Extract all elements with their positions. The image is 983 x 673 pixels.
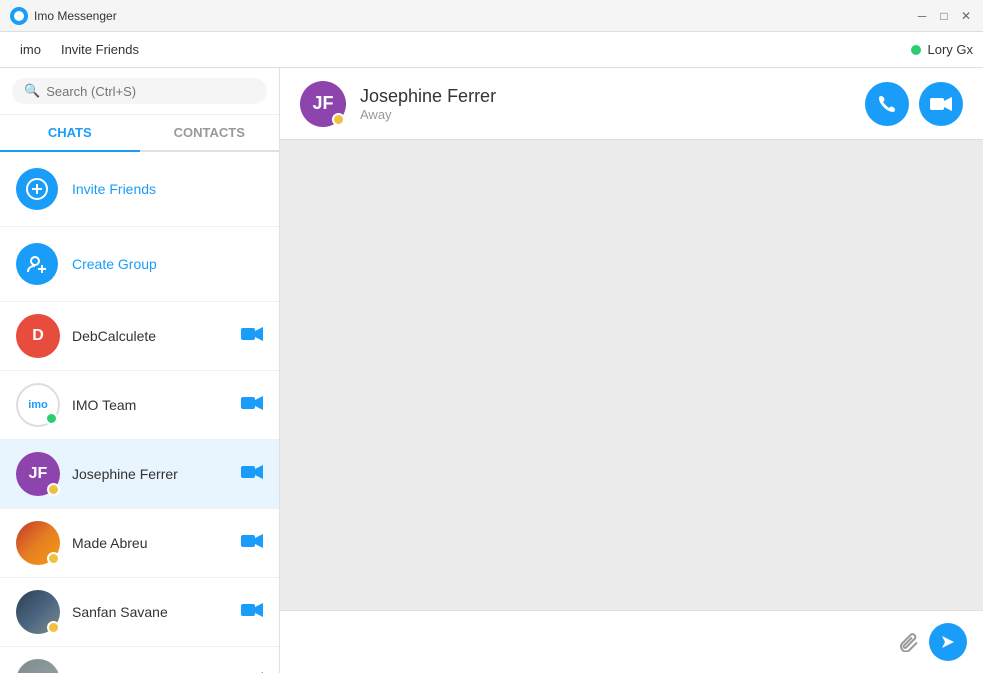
video-icon-josephine[interactable] [241, 464, 263, 485]
message-input-area [280, 610, 983, 673]
minimize-button[interactable]: ─ [915, 9, 929, 23]
chat-name-josephine: Josephine Ferrer [72, 466, 229, 482]
header-status-badge [332, 113, 345, 126]
sidebar: 🔍 CHATS CONTACTS Invite Friends [0, 68, 280, 673]
video-icon-deb[interactable] [241, 326, 263, 347]
avatar-josephine: JF [16, 452, 60, 496]
chat-info-made: Made Abreu [72, 535, 229, 551]
chat-body [280, 140, 983, 610]
chat-info-josephine: Josephine Ferrer [72, 466, 229, 482]
create-group-label: Create Group [72, 256, 157, 272]
chat-info-sanfan: Sanfan Savane [72, 604, 229, 620]
chat-name-sanfan: Sanfan Savane [72, 604, 229, 620]
avatar-imo: imo [16, 383, 60, 427]
search-bar: 🔍 [0, 68, 279, 115]
tab-contacts[interactable]: CONTACTS [140, 115, 280, 152]
search-wrapper: 🔍 [12, 78, 267, 104]
chat-item-deb[interactable]: D DebCalculete [0, 302, 279, 371]
menu-invite-friends[interactable]: Invite Friends [51, 38, 149, 61]
user-info: Lory Gx [911, 42, 973, 57]
create-group-item[interactable]: Create Group [0, 227, 279, 302]
invite-friends-label: Invite Friends [72, 181, 156, 197]
send-button[interactable] [929, 623, 967, 661]
avatar-sanfan [16, 590, 60, 634]
chat-item-imo[interactable]: imo IMO Team [0, 371, 279, 440]
chat-item-made[interactable]: Made Abreu [0, 509, 279, 578]
avatar-verena [16, 659, 60, 673]
header-contact-name: Josephine Ferrer [360, 86, 851, 107]
message-input[interactable] [296, 628, 889, 656]
status-badge-made [47, 552, 60, 565]
video-icon-sanfan[interactable] [241, 602, 263, 623]
call-button[interactable] [865, 82, 909, 126]
window-controls: ─ □ ✕ [915, 9, 973, 23]
chat-header: JF Josephine Ferrer Away [280, 68, 983, 140]
chat-info-deb: DebCalculete [72, 328, 229, 344]
chat-item-verena[interactable]: Verena Saura [0, 647, 279, 673]
avatar-deb: D [16, 314, 60, 358]
attach-button[interactable] [899, 632, 919, 652]
right-panel: JF Josephine Ferrer Away [280, 68, 983, 673]
video-call-button[interactable] [919, 82, 963, 126]
video-icon-imo[interactable] [241, 395, 263, 416]
contact-list: Invite Friends Create Group D [0, 152, 279, 673]
user-display-name: Lory Gx [927, 42, 973, 57]
titlebar: Imo Messenger ─ □ ✕ [0, 0, 983, 32]
header-avatar: JF [300, 81, 346, 127]
chat-info-imo: IMO Team [72, 397, 229, 413]
search-input[interactable] [46, 84, 255, 99]
close-button[interactable]: ✕ [959, 9, 973, 23]
video-icon-made[interactable] [241, 533, 263, 554]
tab-chats[interactable]: CHATS [0, 115, 140, 152]
app-title: Imo Messenger [34, 9, 915, 23]
user-status-dot [911, 45, 921, 55]
chat-item-sanfan[interactable]: Sanfan Savane [0, 578, 279, 647]
status-badge-sanfan [47, 621, 60, 634]
status-badge-imo [45, 412, 58, 425]
chat-name-made: Made Abreu [72, 535, 229, 551]
header-status-text: Away [360, 107, 851, 122]
main-container: 🔍 CHATS CONTACTS Invite Friends [0, 68, 983, 673]
invite-friends-item[interactable]: Invite Friends [0, 152, 279, 227]
chat-name-imo: IMO Team [72, 397, 229, 413]
create-group-icon [16, 243, 58, 285]
menubar: imo Invite Friends Lory Gx [0, 32, 983, 68]
tabs: CHATS CONTACTS [0, 115, 279, 152]
chat-name-deb: DebCalculete [72, 328, 229, 344]
header-info: Josephine Ferrer Away [360, 86, 851, 122]
chat-item-josephine[interactable]: JF Josephine Ferrer [0, 440, 279, 509]
menu-imo[interactable]: imo [10, 38, 51, 61]
invite-friends-icon [16, 168, 58, 210]
header-actions [865, 82, 963, 126]
app-logo [10, 7, 28, 25]
status-badge-josephine [47, 483, 60, 496]
maximize-button[interactable]: □ [937, 9, 951, 23]
search-icon: 🔍 [24, 83, 40, 99]
avatar-made [16, 521, 60, 565]
